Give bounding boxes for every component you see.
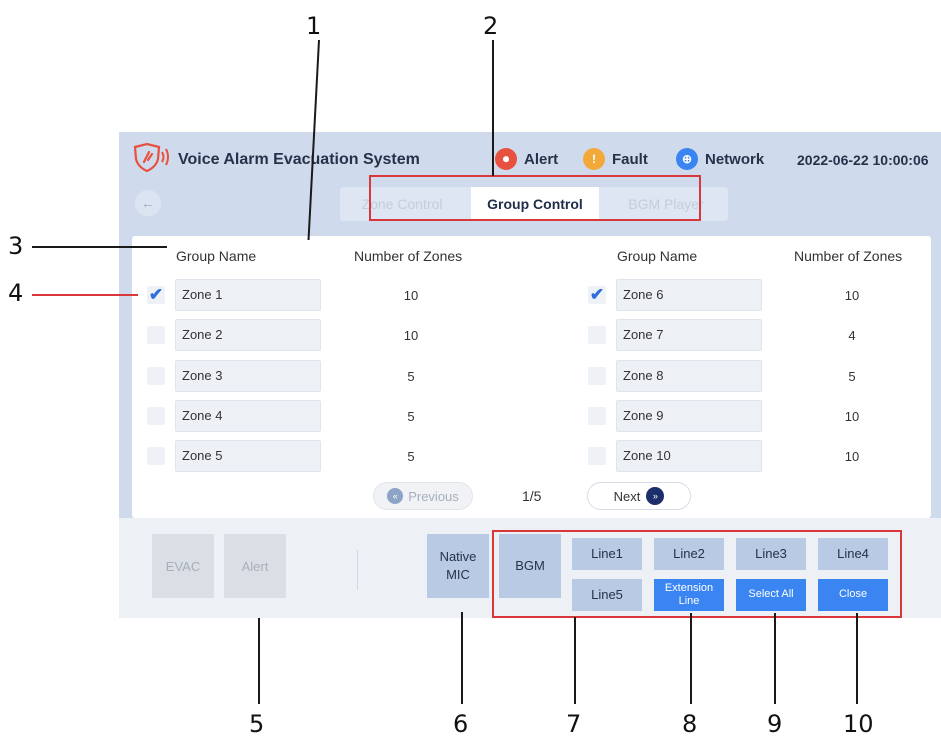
checkbox-zone-4[interactable] xyxy=(147,407,165,425)
checkbox-zone-9[interactable] xyxy=(588,407,606,425)
globe-icon: ⊕ xyxy=(676,148,698,170)
checkbox-zone-2[interactable] xyxy=(147,326,165,344)
alert-status[interactable]: ⏺ Alert xyxy=(495,148,558,170)
double-chevron-right-icon: » xyxy=(646,487,665,505)
group-name-zone-8[interactable]: Zone 8 xyxy=(616,360,762,392)
tab-bgm-player[interactable]: BGM Player xyxy=(604,187,728,221)
tab-bar: Zone Control Group Control BGM Player xyxy=(340,187,728,221)
line1-button[interactable]: Line1 xyxy=(572,538,642,570)
alarm-icon: ⏺ xyxy=(495,148,517,170)
group-table: Group Name Number of Zones Group Name Nu… xyxy=(132,236,931,518)
callout-8: 8 xyxy=(682,710,698,738)
page-indicator: 1/5 xyxy=(522,488,542,504)
callout-line-4 xyxy=(32,294,138,296)
group-name-zone-10[interactable]: Zone 10 xyxy=(616,440,762,472)
close-button[interactable]: Close xyxy=(818,579,888,611)
group-name-zone-1[interactable]: Zone 1 xyxy=(175,279,321,311)
zone-count-zone-8: 5 xyxy=(848,369,856,384)
checkbox-zone-1[interactable]: ✔ xyxy=(147,285,165,304)
checkbox-zone-10[interactable] xyxy=(588,447,606,465)
group-name-zone-3[interactable]: Zone 3 xyxy=(175,360,321,392)
bgm-button[interactable]: BGM xyxy=(499,534,561,598)
callout-2: 2 xyxy=(483,12,499,40)
callout-5: 5 xyxy=(249,710,265,738)
line4-button[interactable]: Line4 xyxy=(818,538,888,570)
line5-button[interactable]: Line5 xyxy=(572,579,642,611)
fault-status[interactable]: ! Fault xyxy=(583,148,648,170)
callout-line-6 xyxy=(461,612,463,704)
zone-count-zone-3: 5 xyxy=(407,369,415,384)
callout-line-3 xyxy=(32,246,167,248)
col-zones-right: Number of Zones xyxy=(794,248,903,264)
group-name-zone-6[interactable]: Zone 6 xyxy=(616,279,762,311)
zone-count-zone-5: 5 xyxy=(407,449,415,464)
select-all-button[interactable]: Select All xyxy=(736,579,806,611)
group-name-zone-4[interactable]: Zone 4 xyxy=(175,400,321,432)
col-group-name-left: Group Name xyxy=(176,248,257,264)
next-page-button[interactable]: Next » xyxy=(587,482,691,510)
network-status[interactable]: ⊕ Network xyxy=(676,148,764,170)
checkmark-icon: ✔ xyxy=(589,285,605,304)
zone-count-zone-7: 4 xyxy=(848,328,856,343)
native-mic-button[interactable]: Native MIC xyxy=(427,534,489,598)
app-title: Voice Alarm Evacuation System xyxy=(178,151,420,168)
callout-line-5 xyxy=(258,618,260,704)
callout-line-8 xyxy=(690,613,692,704)
group-name-zone-7[interactable]: Zone 7 xyxy=(616,319,762,351)
previous-page-button[interactable]: « Previous xyxy=(373,482,473,510)
top-bar: Voice Alarm Evacuation System ⏺ Alert ! … xyxy=(119,132,941,182)
col-group-name-right: Group Name xyxy=(617,248,698,264)
zone-count-zone-9: 10 xyxy=(844,409,860,424)
alert-status-label: Alert xyxy=(524,150,559,168)
checkbox-zone-5[interactable] xyxy=(147,447,165,465)
fault-status-label: Fault xyxy=(612,150,648,168)
arrow-left-icon: ← xyxy=(141,195,155,211)
callout-9: 9 xyxy=(767,710,783,738)
double-chevron-left-icon: « xyxy=(387,488,404,504)
group-name-zone-2[interactable]: Zone 2 xyxy=(175,319,321,351)
tab-group-control[interactable]: Group Control xyxy=(471,187,599,221)
zone-count-zone-1: 10 xyxy=(403,288,419,303)
checkbox-zone-8[interactable] xyxy=(588,367,606,385)
callout-7: 7 xyxy=(566,710,582,738)
callout-line-10 xyxy=(856,613,858,704)
checkbox-zone-3[interactable] xyxy=(147,367,165,385)
zone-count-zone-4: 5 xyxy=(407,409,415,424)
checkbox-zone-7[interactable] xyxy=(588,326,606,344)
checkmark-icon: ✔ xyxy=(148,285,164,304)
callout-1: 1 xyxy=(306,12,322,40)
alert-button[interactable]: Alert xyxy=(224,534,286,598)
network-status-label: Network xyxy=(705,150,765,168)
callout-4: 4 xyxy=(8,279,24,307)
callout-10: 10 xyxy=(843,710,874,738)
line3-button[interactable]: Line3 xyxy=(736,538,806,570)
next-label: Next xyxy=(613,488,641,504)
previous-label: Previous xyxy=(408,488,459,504)
callout-3: 3 xyxy=(8,232,24,260)
shield-logo-icon xyxy=(133,143,169,173)
app-screen: Voice Alarm Evacuation System ⏺ Alert ! … xyxy=(119,132,941,618)
callout-line-7 xyxy=(574,617,576,704)
warning-icon: ! xyxy=(583,148,605,170)
evac-button[interactable]: EVAC xyxy=(152,534,214,598)
callout-line-9 xyxy=(774,613,776,704)
group-name-zone-9[interactable]: Zone 9 xyxy=(616,400,762,432)
col-zones-left: Number of Zones xyxy=(354,248,463,264)
checkbox-zone-6[interactable]: ✔ xyxy=(588,285,606,304)
datetime: 2022-06-22 10:00:06 xyxy=(797,152,929,168)
zone-count-zone-6: 10 xyxy=(844,288,860,303)
back-button[interactable]: ← xyxy=(135,190,161,216)
zone-count-zone-10: 10 xyxy=(844,449,860,464)
line2-button[interactable]: Line2 xyxy=(654,538,724,570)
group-name-zone-5[interactable]: Zone 5 xyxy=(175,440,321,472)
callout-line-2 xyxy=(492,40,494,176)
extension-line-button[interactable]: Extension Line xyxy=(654,579,724,611)
tab-zone-control[interactable]: Zone Control xyxy=(340,187,464,221)
callout-6: 6 xyxy=(453,710,469,738)
zone-count-zone-2: 10 xyxy=(403,328,419,343)
bottom-control-bar: EVAC Alert Native MIC BGM Line1 Line2 Li… xyxy=(119,518,941,618)
divider xyxy=(357,550,358,590)
